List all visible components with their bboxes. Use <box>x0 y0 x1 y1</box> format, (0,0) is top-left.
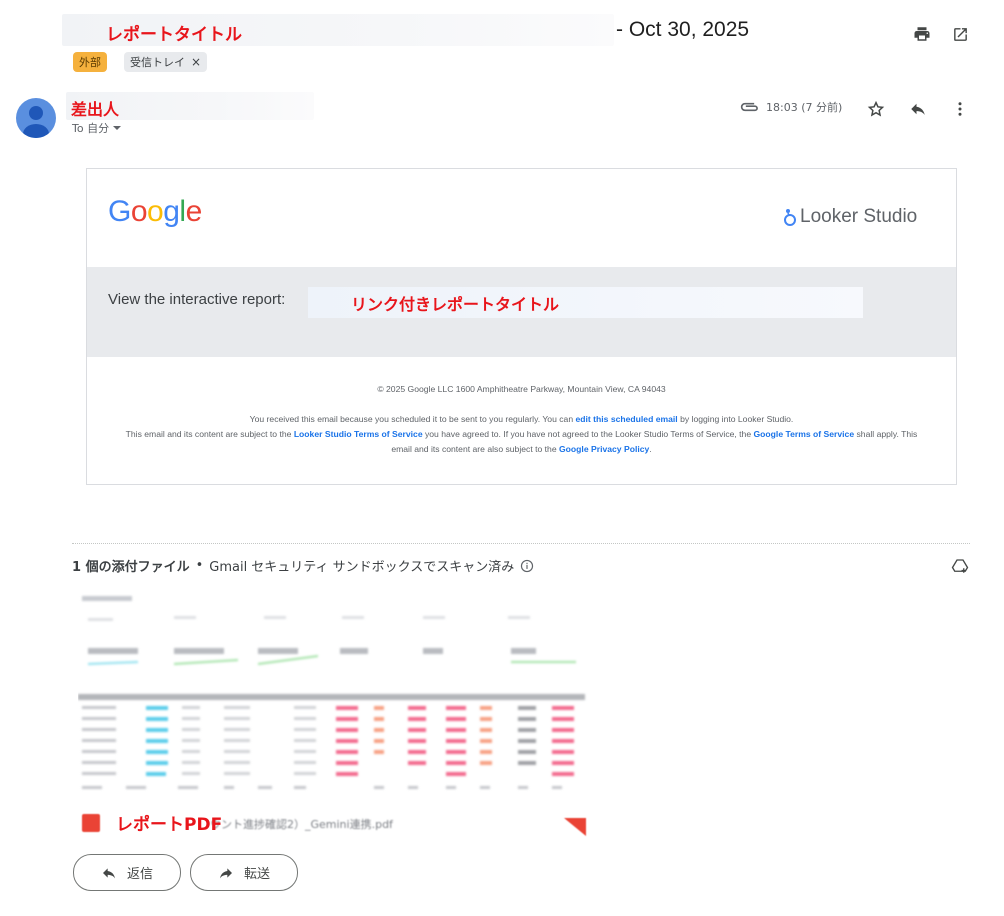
pdf-filename-blurred: ウント進捗確認2）_Gemini連携.pdf <box>210 818 393 831</box>
reply-action-button[interactable]: 返信 <box>73 854 181 891</box>
view-report-label: View the interactive report: <box>108 291 286 308</box>
reply-icon <box>102 867 115 878</box>
google-logo-letter: o <box>130 195 148 228</box>
attachment-separator: • <box>195 558 204 573</box>
open-in-new-icon <box>953 27 967 41</box>
pdf-annotation: レポートPDF <box>116 815 223 835</box>
google-logo-letter: o <box>147 195 164 228</box>
person-icon <box>23 106 49 138</box>
looker-logo-icon <box>784 209 796 226</box>
edit-schedule-link[interactable]: edit this scheduled email <box>576 414 678 424</box>
notice-terms-text: This email and its content are subject t… <box>125 429 294 439</box>
forward-icon <box>219 867 232 878</box>
open-in-new-window-button[interactable] <box>948 22 972 46</box>
looker-studio-logo: Looker Studio <box>783 206 917 228</box>
sender-annotation: 差出人 <box>71 100 120 119</box>
notice-schedule-text-end: by logging into Looker Studio. <box>677 414 794 424</box>
pdf-preview-thumbnail[interactable] <box>78 590 588 838</box>
reply-action-label: 返信 <box>126 867 153 882</box>
looker-logo-text: Looker Studio <box>800 206 918 227</box>
subject-date: - Oct 30, 2025 <box>616 18 750 41</box>
subject-title-annotation: レポートタイトル <box>106 25 242 45</box>
label-inbox-text: 受信トレイ <box>130 56 185 69</box>
privacy-policy-link[interactable]: Google Privacy Policy <box>559 444 649 454</box>
message-time: 18:03 (7 分前) <box>766 101 843 114</box>
google-logo: Google <box>108 195 202 229</box>
add-to-drive-button[interactable] <box>948 554 972 578</box>
forward-action-label: 転送 <box>243 867 270 882</box>
caret-down-icon <box>113 126 122 130</box>
report-link-band: View the interactive report: リンク付きレポートタイ… <box>87 267 956 357</box>
more-options-button[interactable] <box>948 97 972 121</box>
copyright-line: © 2025 Google LLC 1600 Amphitheatre Park… <box>377 384 666 394</box>
google-terms-link[interactable]: Google Terms of Service <box>754 429 855 439</box>
scan-status: Gmail セキュリティ サンドボックスでスキャン済み <box>209 560 515 575</box>
add-to-drive-icon <box>951 559 969 573</box>
star-button[interactable] <box>864 97 888 121</box>
attachment-count: 1 個の添付ファイル <box>72 560 190 575</box>
star-icon <box>867 100 885 117</box>
label-external[interactable]: 外部 <box>73 52 107 72</box>
sender-avatar[interactable] <box>16 98 56 138</box>
to-line-text: To 自分 <box>72 122 110 135</box>
notice-terms: This email and its content are subject t… <box>87 427 956 456</box>
notice-schedule-text: You received this email because you sche… <box>249 414 576 424</box>
recipient-details-toggle[interactable]: To 自分 <box>72 120 122 136</box>
google-logo-letter: g <box>163 195 180 228</box>
label-remove-icon[interactable]: × <box>191 55 201 69</box>
email-body-card: Google Looker Studio View the interactiv… <box>86 168 957 485</box>
google-logo-letter: e <box>185 195 203 228</box>
pdf-file-icon <box>82 814 100 832</box>
print-button[interactable] <box>910 22 934 46</box>
attachments-header: 1 個の添付ファイル • Gmail セキュリティ サンドボックスでスキャン済み <box>72 556 534 575</box>
more-vert-icon <box>958 102 962 116</box>
printer-icon <box>914 27 930 41</box>
info-icon[interactable] <box>520 559 534 573</box>
message-meta: 18:03 (7 分前) <box>740 99 842 115</box>
google-logo-letter: G <box>108 195 131 228</box>
report-link-annotation: リンク付きレポートタイトル <box>351 295 560 314</box>
notice-schedule: You received this email because you sche… <box>87 412 956 427</box>
notice-terms-text-mid: you have agreed to. If you have not agre… <box>422 429 754 439</box>
forward-action-button[interactable]: 転送 <box>190 854 298 891</box>
reply-icon <box>911 103 925 115</box>
blurred-report-preview <box>78 596 585 789</box>
looker-terms-link[interactable]: Looker Studio Terms of Service <box>294 429 423 439</box>
label-inbox[interactable]: 受信トレイ × <box>124 52 208 72</box>
attachments-divider <box>72 543 970 544</box>
attachment-icon <box>740 102 758 112</box>
pdf-corner-fold <box>564 818 586 836</box>
notice-terms-text-end: . <box>649 443 652 454</box>
reply-button[interactable] <box>906 97 930 121</box>
